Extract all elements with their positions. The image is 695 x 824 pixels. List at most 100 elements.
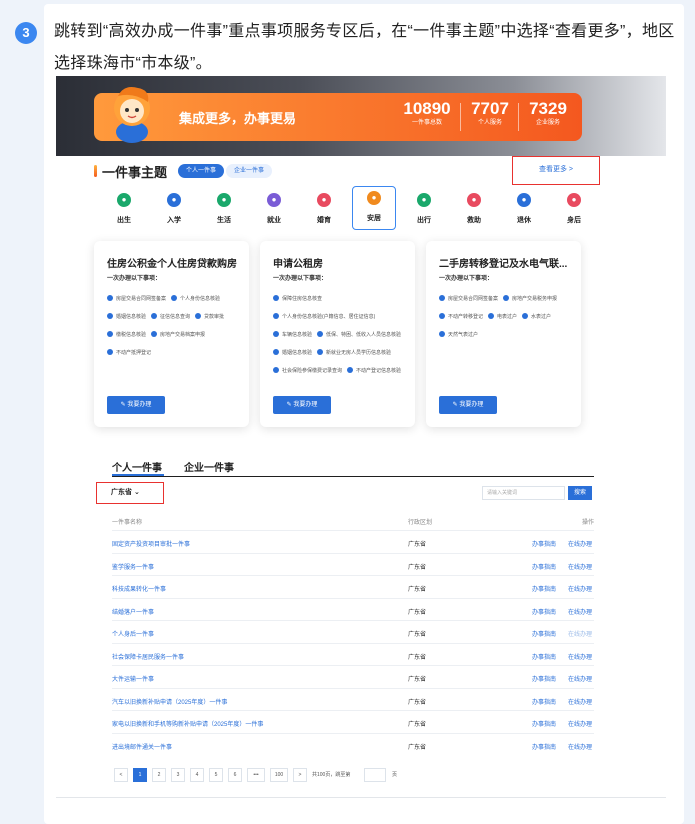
topic-6[interactable]: ● 出行 [402,189,446,229]
row-online[interactable]: 在线办理 [568,607,592,616]
service-item-text: 水表过户 [531,314,552,320]
page-button[interactable]: ••• [247,768,265,782]
row-name[interactable]: 个人身后一件事 [112,629,154,638]
row-region: 广东省 [408,654,427,661]
page-button[interactable]: 3 [171,768,185,782]
row-online[interactable]: 在线办理 [568,629,592,638]
table-row: 社会保障卡居民服务一件事 广东省 办事指南 在线办理 [112,642,594,666]
service-item: 不动产抵押登记 [107,347,151,359]
row-guide[interactable]: 办事指南 [532,607,556,616]
row-guide[interactable]: 办事指南 [532,719,556,728]
region-select[interactable]: 广东省 ⌄ [96,482,164,504]
row-online[interactable]: 在线办理 [568,742,592,751]
school-icon: ● [167,193,181,207]
topic-1[interactable]: ● 入学 [152,189,196,229]
row-name[interactable]: 汽车以旧换新补贴申请（2025年度）一件事 [112,697,227,706]
mascot-icon [114,87,150,143]
topic-3[interactable]: ● 就业 [252,189,296,229]
page-button[interactable]: 4 [190,768,204,782]
row-region: 广东省 [408,677,427,683]
row-guide[interactable]: 办事指南 [532,539,556,548]
check-icon [107,349,113,355]
service-item: 婚姻信息核验 [107,311,146,323]
row-guide[interactable]: 办事指南 [532,742,556,751]
topic-8[interactable]: ● 退休 [502,189,546,229]
list-tab-personal[interactable]: 个人一件事 [112,459,162,474]
row-region: 广东省 [408,632,427,638]
page-button[interactable]: 100 [270,768,288,782]
row-guide[interactable]: 办事指南 [532,674,556,683]
service-item: 房屋交易合同网签备案 [439,293,498,305]
stat-total-label: 一件事总数 [411,120,442,126]
row-name[interactable]: 科技成果转化一件事 [112,584,166,593]
apply-button[interactable]: ✎ 我要办理 [439,396,497,414]
row-name[interactable]: 家电以旧换新和手机等购新补贴申请（2025年度）一件事 [112,719,263,728]
row-online[interactable]: 在线办理 [568,539,592,548]
row-guide[interactable]: 办事指南 [532,629,556,638]
bottom-divider [56,797,666,798]
topic-9[interactable]: ● 身后 [552,189,596,229]
service-item-text: 房地产交易档案申报 [160,332,206,338]
search-input[interactable]: 请输入关键词 [482,486,565,500]
apply-button[interactable]: ✎ 我要办理 [273,396,331,414]
service-item-text: 征信信息查询 [160,314,191,320]
row-online[interactable]: 在线办理 [568,652,592,661]
page-button[interactable]: 5 [209,768,223,782]
row-online[interactable]: 在线办理 [568,584,592,593]
row-online[interactable]: 在线办理 [568,674,592,683]
row-name[interactable]: 结婚落户一件事 [112,607,154,616]
search-button[interactable]: 搜索 [568,486,592,500]
apply-button[interactable]: ✎ 我要办理 [107,396,165,414]
page-button[interactable]: 1 [133,768,147,782]
service-subtitle: 一次办理以下事项： [273,276,328,282]
stat-company: 7329 企业服务 [525,99,571,128]
row-name[interactable]: 进出境邮件通关一件事 [112,742,172,751]
service-item-text: 车辆信息核验 [282,332,313,338]
next-page-button[interactable]: > [293,768,307,782]
page-button[interactable]: 6 [228,768,242,782]
row-guide[interactable]: 办事指南 [532,652,556,661]
service-item-text: 电表过户 [497,314,518,320]
list-tab-company[interactable]: 企业一件事 [184,459,234,474]
row-region: 广东省 [408,744,427,751]
header-name: 一件事名称 [112,520,143,526]
service-item: 不动产登记信息核验 [347,365,401,377]
section-accent-bar [94,165,97,177]
prev-page-button[interactable]: < [114,768,128,782]
page-button[interactable]: 2 [152,768,166,782]
check-icon [522,313,529,319]
service-item: 缴税信息核验 [107,329,146,341]
row-name[interactable]: 鉴学服务一件事 [112,562,154,571]
row-online[interactable]: 在线办理 [568,719,592,728]
row-guide[interactable]: 办事指南 [532,562,556,571]
topic-7[interactable]: ● 救助 [452,189,496,229]
check-icon [439,295,445,301]
topic-4[interactable]: ● 婚育 [302,189,346,229]
row-online[interactable]: 在线办理 [568,697,592,706]
tab-company[interactable]: 企业一件事 [226,164,272,178]
service-item: 贷款审批 [195,311,224,323]
row-online[interactable]: 在线办理 [568,562,592,571]
stat-separator [460,103,461,131]
tab-personal[interactable]: 个人一件事 [178,164,224,178]
stat-personal: 7707 个人服务 [467,99,513,128]
row-guide[interactable]: 办事指南 [532,584,556,593]
table-row: 结婚落户一件事 广东省 办事指南 在线办理 [112,597,594,621]
table-row: 大件运输一件事 广东省 办事指南 在线办理 [112,665,594,688]
row-name[interactable]: 社会保障卡居民服务一件事 [112,652,184,661]
topic-label: 出生 [117,217,131,224]
row-name[interactable]: 大件运输一件事 [112,674,154,683]
service-item-text: 天然气表过户 [448,332,479,338]
topic-2[interactable]: ● 生活 [202,189,246,229]
stats-banner: 集成更多，办事更易 10890 一件事总数 7707 个人服务 7329 企业服… [94,93,582,141]
check-icon [503,295,510,301]
row-name[interactable]: 固定资产投资项目审批一件事 [112,539,190,548]
page-jump-input[interactable] [364,768,386,782]
view-more-button[interactable]: 查看更多 > [512,156,600,185]
topic-5[interactable]: ● 安居 [352,186,396,230]
table-row: 固定资产投资项目审批一件事 广东省 办事指南 在线办理 [112,530,594,553]
topic-0[interactable]: ● 出生 [102,189,146,229]
header-action: 操作 [582,520,595,526]
row-guide[interactable]: 办事指南 [532,697,556,706]
baby-icon: ● [117,193,131,207]
